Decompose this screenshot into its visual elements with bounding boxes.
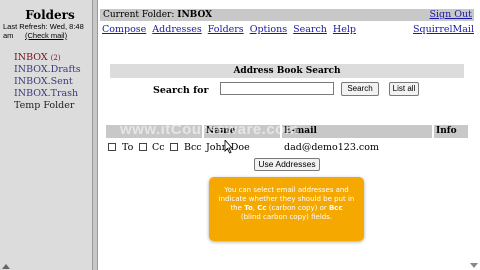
nav-compose[interactable]: Compose (102, 24, 146, 35)
col-email: E-mail (284, 126, 317, 136)
tooltip-text: (carbon copy) or (266, 204, 329, 212)
cc-checkbox[interactable] (139, 143, 147, 151)
mouse-cursor-icon (224, 140, 232, 154)
nav-options[interactable]: Options (250, 24, 287, 35)
folder-inbox-count: (2) (50, 54, 61, 62)
current-folder-label: Current Folder: (103, 10, 175, 20)
folder-inbox-label: INBOX (14, 52, 48, 63)
search-label: Search for (153, 85, 209, 96)
scroll-down-arrow-icon[interactable] (470, 263, 478, 268)
use-addresses-button[interactable]: Use Addresses (254, 158, 320, 171)
folder-sent[interactable]: INBOX.Sent (14, 76, 81, 88)
to-checkbox[interactable] (108, 143, 116, 151)
folder-drafts[interactable]: INBOX.Drafts (14, 64, 81, 76)
help-tooltip: You can select email addresses and indic… (209, 177, 364, 241)
frame-divider[interactable] (92, 0, 98, 270)
search-input[interactable] (220, 82, 334, 95)
nav-folders[interactable]: Folders (208, 24, 244, 35)
check-mail-link[interactable]: (Check mail) (25, 31, 67, 40)
folders-title: Folders (25, 8, 75, 22)
folders-pane: Folders Last Refresh: Wed, 8:48 am (Chec… (0, 0, 92, 270)
tooltip-line: indicate whether they should be put in (218, 195, 355, 203)
top-bar: Current Folder: INBOX Sign Out (100, 9, 474, 21)
tooltip-cc: Cc (257, 204, 267, 212)
folder-trash[interactable]: INBOX.Trash (14, 88, 81, 100)
bcc-label: Bcc (184, 142, 202, 153)
col-info: Info (436, 126, 457, 136)
contact-email: dad@demo123.com (284, 142, 379, 153)
nav-search[interactable]: Search (293, 24, 327, 35)
watermark: www.itCourseware.com (120, 121, 299, 138)
tooltip-line: (blind carbon copy) fields. (240, 213, 333, 221)
table-row: To Cc Bcc John Doe dad@demo123.com (106, 141, 468, 155)
address-book-header: Address Book Search (110, 64, 464, 78)
current-folder: Current Folder: INBOX (103, 9, 212, 21)
squirrelmail-link[interactable]: SquirrelMail (413, 24, 474, 35)
sign-out-link[interactable]: Sign Out (430, 9, 473, 21)
to-label: To (122, 142, 134, 153)
tooltip-to: To (244, 204, 253, 212)
nav-addresses[interactable]: Addresses (152, 24, 201, 35)
folder-temp[interactable]: Temp Folder (14, 100, 81, 112)
cc-label: Cc (152, 142, 165, 153)
scroll-up-arrow-icon[interactable] (2, 264, 10, 269)
list-all-button[interactable]: List all (389, 82, 419, 96)
tooltip-line: the To, Cc (carbon copy) or Bcc (217, 204, 356, 213)
tooltip-text: the (230, 204, 245, 212)
tooltip-line: You can select email addresses and (224, 186, 349, 194)
tooltip-bcc: Bcc (328, 204, 343, 212)
search-button[interactable]: Search (341, 82, 379, 96)
bcc-checkbox[interactable] (170, 143, 178, 151)
nav-help[interactable]: Help (333, 24, 356, 35)
folder-list: INBOX (2) INBOX.Drafts INBOX.Sent INBOX.… (14, 52, 81, 112)
current-folder-name: INBOX (177, 10, 213, 20)
main-nav: Compose Addresses Folders Options Search Help (102, 24, 362, 35)
folder-inbox[interactable]: INBOX (2) (14, 52, 81, 64)
